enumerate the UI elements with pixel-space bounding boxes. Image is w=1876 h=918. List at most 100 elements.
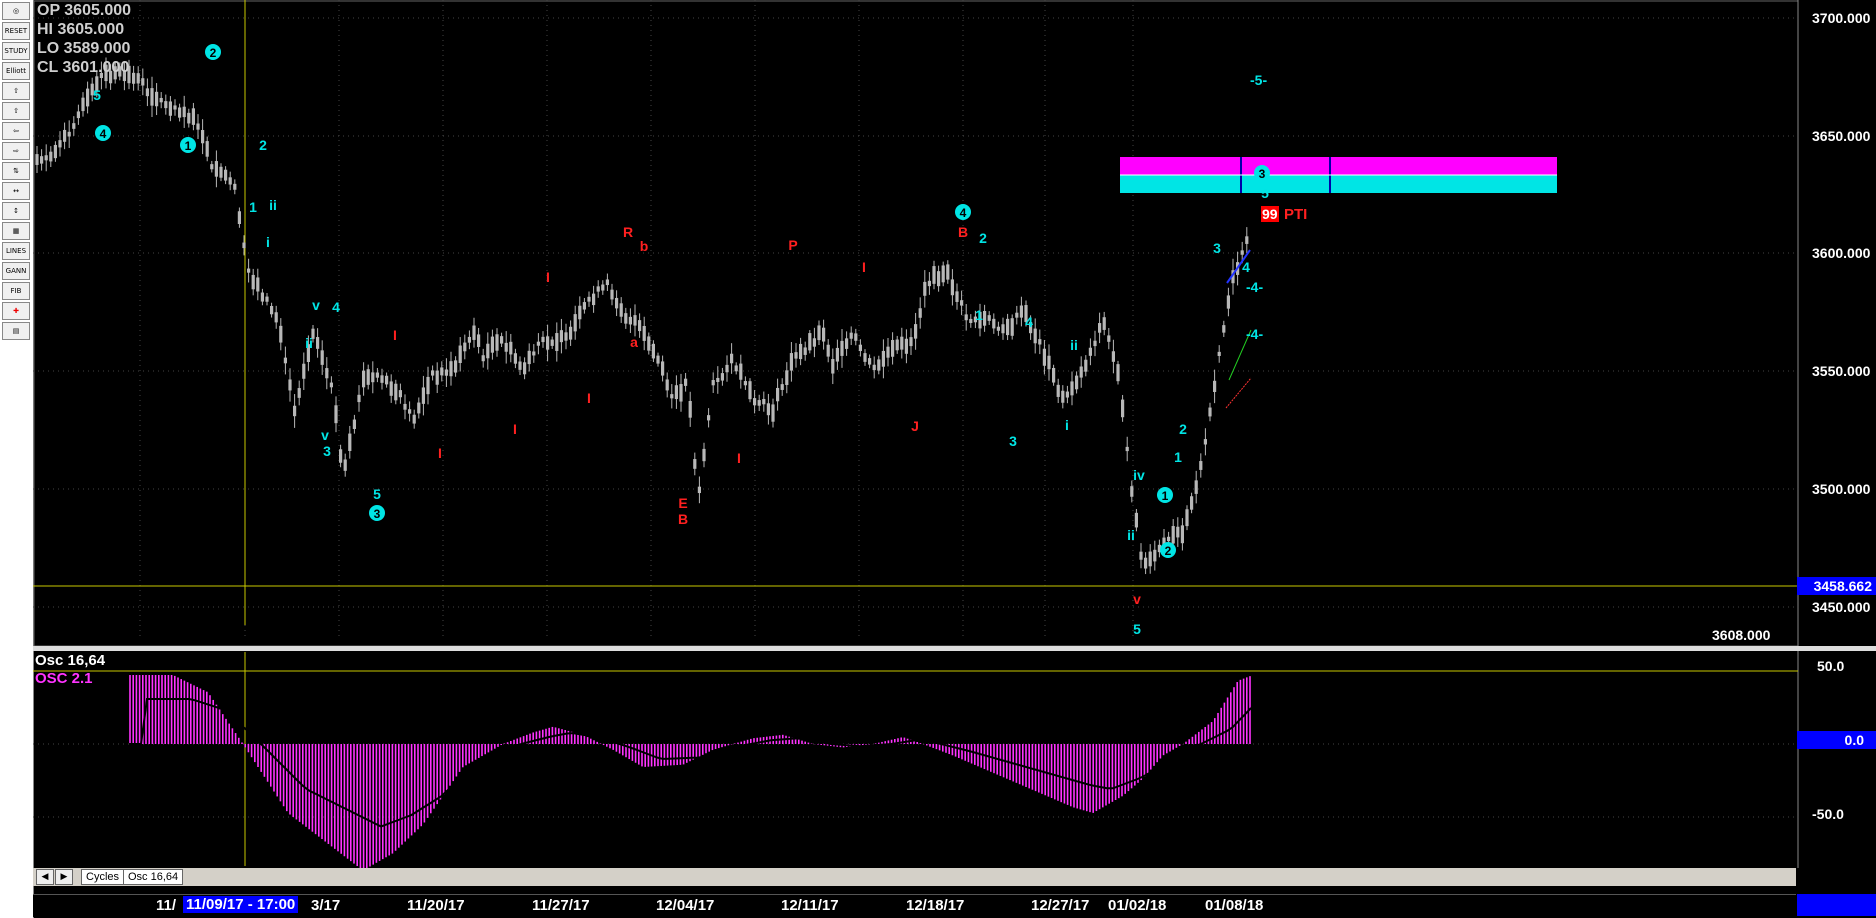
svg-text:J: J [911, 418, 919, 434]
wave4-target-b: -4- [1246, 326, 1264, 342]
svg-text:4: 4 [100, 127, 107, 141]
crosshair-icon[interactable]: ✚ [2, 302, 30, 320]
svg-text:3: 3 [374, 507, 381, 521]
price-axis-label: 3650.000 [1812, 128, 1871, 144]
svg-text:2: 2 [259, 137, 267, 153]
date-label: 01/02/18 [1108, 897, 1167, 914]
date-scroll-area[interactable] [1797, 894, 1876, 916]
price-readout: 3608.000 [1712, 627, 1771, 643]
arrow-right-icon[interactable]: ⇨ [2, 142, 30, 160]
svg-text:ii: ii [305, 335, 313, 351]
panel-divider [33, 646, 1876, 651]
wave-label: 4 [95, 125, 111, 141]
wave-label: i [266, 234, 270, 250]
print-icon[interactable]: ▤ [2, 322, 30, 340]
wave-label: R [623, 224, 633, 240]
svg-text:I: I [546, 269, 550, 285]
target-box-magenta [1120, 157, 1557, 175]
tab-prev-icon[interactable]: ◀ [36, 869, 54, 885]
svg-text:1: 1 [185, 139, 192, 153]
svg-text:iv: iv [1133, 467, 1145, 483]
wave-label: 4 [955, 204, 971, 220]
oscillator-subtitle: OSC 2.1 [35, 670, 93, 687]
wave-label: 1 [975, 307, 983, 323]
svg-text:R: R [623, 224, 633, 240]
svg-text:B: B [958, 224, 968, 240]
svg-text:a: a [630, 334, 638, 350]
zoom-button[interactable]: ◎ [2, 2, 30, 20]
price-axis-label: 3450.000 [1812, 599, 1871, 615]
svg-text:1: 1 [1162, 489, 1169, 503]
svg-text:ii: ii [1127, 527, 1135, 543]
svg-text:2: 2 [979, 230, 987, 246]
wave-label: E [678, 495, 687, 511]
wave-label: I [546, 269, 550, 285]
expand-icon[interactable]: ↔ [2, 182, 30, 200]
price-chart[interactable]: 541221 iiiv 4iiv353IIIIIRbaEBIPIJ4B 21 43iii… [33, 0, 1876, 918]
tab-cycles[interactable]: Cycles [81, 869, 125, 885]
svg-text:1: 1 [975, 307, 983, 323]
wave-label: ii [269, 197, 277, 213]
wave-label: 2 [1160, 542, 1176, 558]
svg-text:3: 3 [1009, 433, 1017, 449]
svg-text:i: i [1065, 417, 1069, 433]
osc-axis-label: 50.0 [1817, 658, 1845, 674]
wave-label: b [640, 238, 649, 254]
svg-text:2: 2 [1165, 544, 1172, 558]
wave-label: 5 [373, 486, 381, 502]
svg-text:2: 2 [1179, 421, 1187, 437]
svg-text:1: 1 [249, 199, 257, 215]
svg-text:5: 5 [1133, 621, 1141, 637]
wave-label: I [587, 390, 591, 406]
date-label: 01/08/18 [1205, 897, 1264, 914]
price-axis-label: 3600.000 [1812, 245, 1871, 261]
wave-label: B [958, 224, 968, 240]
compress-icon[interactable]: ↕ [2, 202, 30, 220]
wave-label: 4 [1242, 259, 1250, 275]
svg-text:I: I [438, 445, 442, 461]
price-axis-label: 3700.000 [1812, 10, 1871, 26]
svg-text:I: I [862, 259, 866, 275]
svg-text:b: b [640, 238, 649, 254]
wave-label: ii [1127, 527, 1135, 543]
wave-label: 1 [1174, 449, 1182, 465]
wave-label: I [438, 445, 442, 461]
svg-text:I: I [737, 450, 741, 466]
wave-label: 5 [93, 87, 101, 103]
gann-button[interactable]: GANN [2, 262, 30, 280]
lines-button[interactable]: LINES [2, 242, 30, 260]
arrow-up-icon[interactable]: ⇧ [2, 82, 30, 100]
svg-text:I: I [513, 421, 517, 437]
arrow-up-2-icon[interactable]: ⇧ [2, 102, 30, 120]
cycle-icon[interactable]: ⇅ [2, 162, 30, 180]
wave-label: iv [1133, 467, 1145, 483]
reset-button[interactable]: RESET [2, 22, 30, 40]
elliott-labels: 541221 iiiv 4iiv353IIIIIRbaEBIPIJ4B 21 43iii… [93, 44, 1270, 637]
svg-text:5: 5 [373, 486, 381, 502]
fib-button[interactable]: FIB [2, 282, 30, 300]
svg-text:5: 5 [1261, 185, 1269, 201]
svg-text:B: B [678, 511, 688, 527]
wave-label: 3 [1213, 240, 1221, 256]
wave-label: v [312, 297, 320, 313]
candles [35, 57, 1249, 575]
wave-label: I [737, 450, 741, 466]
price-axis-label: 3500.000 [1812, 481, 1871, 497]
wave-label: 1 [1157, 487, 1173, 503]
wave-label: v [321, 427, 329, 443]
grid-icon[interactable]: ▦ [2, 222, 30, 240]
chart-toolbar: ◎ RESET STUDY Elliott ⇧ ⇧ ⇦ ⇨ ⇅ ↔ ↕ ▦ LI… [0, 0, 34, 918]
svg-text:I: I [587, 390, 591, 406]
cursor-date: 11/09/17 - 17:00 [183, 896, 299, 913]
wave-label: ii [1070, 337, 1078, 353]
date-label: 11/20/17 [407, 897, 465, 914]
wave-label: 2 [259, 137, 267, 153]
arrow-left-icon[interactable]: ⇦ [2, 122, 30, 140]
study-button[interactable]: STUDY [2, 42, 30, 60]
elliott-button[interactable]: Elliott [2, 62, 30, 80]
date-label: 12/18/17 [906, 897, 965, 914]
wave-label: J [911, 418, 919, 434]
tab-osc[interactable]: Osc 16,64 [123, 869, 184, 885]
tab-next-icon[interactable]: ▶ [55, 869, 73, 885]
date-label: 12/27/17 [1031, 897, 1090, 914]
